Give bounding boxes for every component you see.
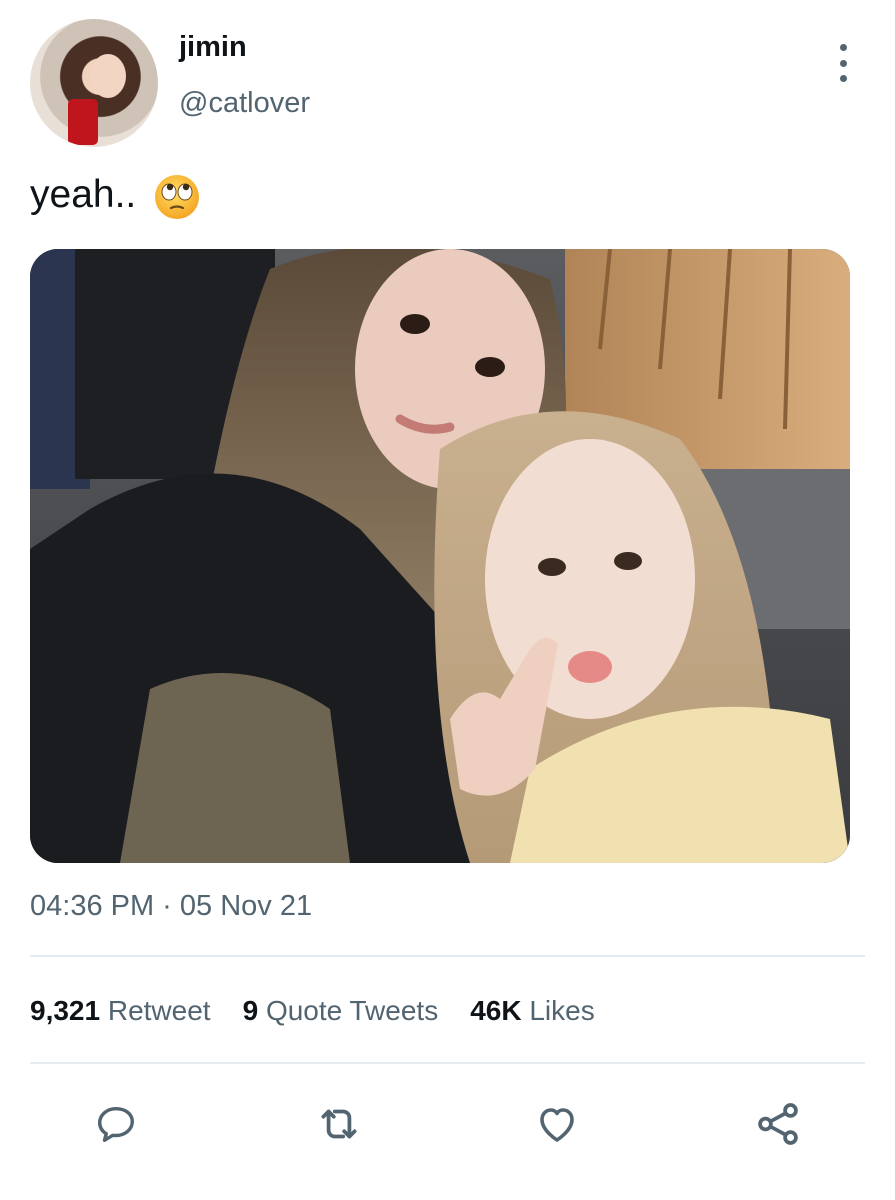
avatar-phone: [68, 99, 98, 145]
retweet-button[interactable]: [313, 1098, 365, 1150]
retweet-label: Retweet: [107, 995, 211, 1026]
share-button[interactable]: [752, 1098, 804, 1150]
more-vertical-icon[interactable]: [830, 44, 856, 82]
share-icon: [758, 1103, 798, 1145]
user-handle[interactable]: @catlover: [179, 87, 310, 120]
display-name[interactable]: jimin: [179, 31, 247, 64]
tweet-photo[interactable]: [30, 249, 850, 863]
retweet-count: 9,321: [30, 995, 101, 1026]
likes-stat[interactable]: 46K Likes: [470, 995, 595, 1027]
quote-tweets-stat[interactable]: 9 Quote Tweets: [243, 995, 439, 1027]
quote-tweets-count: 9: [242, 995, 259, 1026]
rolling-eyes-emoji-icon: [155, 175, 199, 219]
quote-tweets-label: Quote Tweets: [265, 995, 439, 1026]
like-button[interactable]: [531, 1098, 583, 1150]
tweet-timestamp[interactable]: 04:36 PM · 05 Nov 21: [30, 890, 312, 923]
retweet-stat[interactable]: 9,321 Retweet: [30, 995, 211, 1027]
reply-button[interactable]: [90, 1098, 142, 1150]
likes-label: Likes: [529, 995, 595, 1026]
reply-icon: [97, 1106, 135, 1143]
avatar[interactable]: [30, 19, 158, 147]
heart-icon: [540, 1108, 574, 1142]
avatar-face: [90, 54, 126, 98]
engagement-stats: 9,321 Retweet 9 Quote Tweets 46K Likes: [30, 995, 627, 1027]
retweet-icon: [321, 1109, 357, 1139]
likes-count: 46K: [470, 995, 522, 1026]
divider-top: [30, 955, 865, 957]
photo-illustration: [30, 249, 850, 863]
tweet-text: yeah..: [30, 173, 137, 216]
divider-bottom: [30, 1062, 865, 1064]
